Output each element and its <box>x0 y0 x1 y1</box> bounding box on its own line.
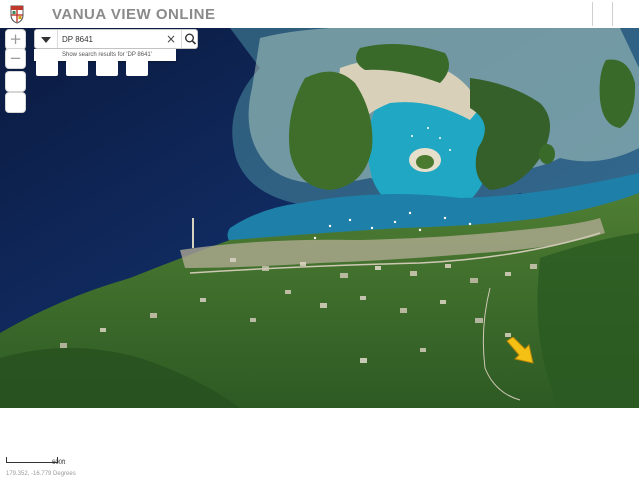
cursor-coordinates: 179.352, -16.779 Degrees <box>6 471 76 477</box>
search-bar: × <box>34 29 198 49</box>
map-tool-button[interactable] <box>6 72 25 91</box>
clear-icon[interactable]: × <box>166 31 176 47</box>
zoom-in-button[interactable]: + <box>6 30 25 49</box>
location-marker <box>505 336 539 372</box>
search-button[interactable] <box>181 30 199 48</box>
result-placeholder <box>66 60 88 76</box>
map-tool-button[interactable] <box>6 93 25 112</box>
forest <box>537 233 639 408</box>
arrow-icon <box>506 336 534 364</box>
islet-small <box>539 144 555 164</box>
marina-islet-trees <box>416 155 434 169</box>
satellite-map[interactable] <box>0 28 639 408</box>
result-placeholder <box>36 60 58 76</box>
zoom-out-button[interactable]: − <box>6 49 25 68</box>
result-placeholder <box>126 60 148 76</box>
app-header: VANUA VIEW ONLINE <box>0 0 639 28</box>
header-divider <box>612 2 613 26</box>
search-icon <box>185 33 197 45</box>
search-input[interactable] <box>62 32 170 46</box>
scale-bar <box>6 457 58 463</box>
search-type-dropdown[interactable] <box>35 30 58 48</box>
satellite-imagery <box>0 28 639 408</box>
coat-of-arms-icon <box>10 5 24 24</box>
scale-label: 600ft <box>52 460 66 466</box>
app-title: VANUA VIEW ONLINE <box>52 6 216 23</box>
header-divider <box>592 2 593 26</box>
result-placeholder <box>96 60 118 76</box>
